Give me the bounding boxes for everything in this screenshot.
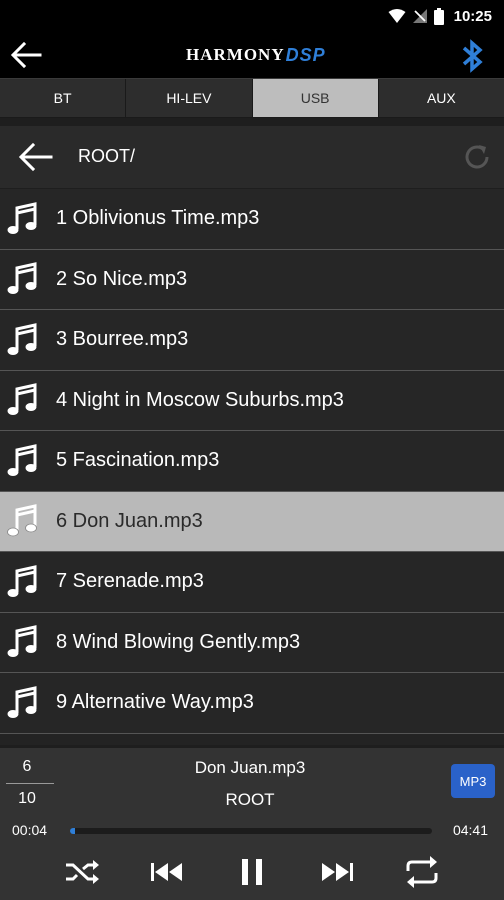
previous-icon xyxy=(151,863,182,881)
shuffle-icon xyxy=(66,860,99,884)
repeat-icon xyxy=(406,856,438,888)
no-signal-icon xyxy=(412,9,427,23)
music-note-icon xyxy=(7,685,37,718)
tab-usb[interactable]: USB xyxy=(252,79,379,117)
pause-icon xyxy=(242,859,262,885)
music-note-icon xyxy=(7,201,37,234)
file-name: 3 Bourree.mp3 xyxy=(56,328,189,351)
playback-controls xyxy=(60,852,444,892)
status-bar: 10:25 xyxy=(0,0,504,32)
file-name: 8 Wind Blowing Gently.mp3 xyxy=(56,630,301,653)
file-name: 9 Alternative Way.mp3 xyxy=(56,691,254,714)
list-item[interactable]: 5 Fascination.mp3 xyxy=(0,431,504,492)
progress-fill xyxy=(70,828,76,834)
list-item[interactable]: 7 Serenade.mp3 xyxy=(0,552,504,613)
list-item[interactable]: 8 Wind Blowing Gently.mp3 xyxy=(0,612,504,673)
music-note-icon xyxy=(7,625,37,658)
tab-label: USB xyxy=(300,90,330,106)
file-name: 7 Serenade.mp3 xyxy=(56,570,204,593)
folder-path-bar: ROOT/ xyxy=(0,126,504,188)
bluetooth-icon[interactable] xyxy=(456,38,490,74)
app-bar: HARMONY DSP xyxy=(0,32,504,78)
list-item[interactable]: 3 Bourree.mp3 xyxy=(0,310,504,371)
source-tabs: BT HI-LEV USB AUX xyxy=(0,78,504,118)
format-badge: MP3 xyxy=(451,764,495,798)
shuffle-button[interactable] xyxy=(60,852,104,892)
logo-accent-text: DSP xyxy=(285,44,326,65)
tab-bt[interactable]: BT xyxy=(0,79,127,117)
tab-label: AUX xyxy=(426,90,456,106)
list-item[interactable]: 4 Night in Moscow Suburbs.mp3 xyxy=(0,370,504,431)
pause-button[interactable] xyxy=(230,852,274,892)
file-name: 1 Oblivionus Time.mp3 xyxy=(56,207,260,230)
tab-label: BT xyxy=(53,90,72,106)
status-time: 10:25 xyxy=(453,7,492,25)
file-name: 5 Fascination.mp3 xyxy=(56,449,220,472)
list-item[interactable]: 2 So Nice.mp3 xyxy=(0,249,504,310)
list-item[interactable]: 9 Alternative Way.mp3 xyxy=(0,673,504,734)
format-badge-label: MP3 xyxy=(459,773,487,789)
music-note-icon xyxy=(7,262,37,295)
folder-back-icon[interactable] xyxy=(16,140,54,174)
tab-aux[interactable]: AUX xyxy=(379,79,504,117)
music-note-icon xyxy=(7,383,37,416)
music-note-icon xyxy=(7,443,37,476)
folder-path: ROOT/ xyxy=(78,146,135,166)
repeat-button[interactable] xyxy=(400,852,444,892)
now-playing-title: Don Juan.mp3 xyxy=(194,758,306,777)
next-icon xyxy=(322,863,353,881)
file-name: 6 Don Juan.mp3 xyxy=(56,509,203,532)
track-count-divider xyxy=(6,783,54,784)
logo-main-text: HARMONY xyxy=(186,45,285,64)
refresh-icon[interactable] xyxy=(462,142,492,172)
total-track-count: 10 xyxy=(18,790,36,807)
now-playing-folder: ROOT xyxy=(225,790,275,809)
back-arrow-icon[interactable] xyxy=(8,38,44,72)
list-item[interactable]: 1 Oblivionus Time.mp3 xyxy=(0,189,504,250)
progress-slider[interactable] xyxy=(70,828,432,834)
tab-hi-lev[interactable]: HI-LEV xyxy=(126,79,253,117)
file-name: 4 Night in Moscow Suburbs.mp3 xyxy=(56,388,344,411)
elapsed-time: 00:04 xyxy=(12,822,48,838)
previous-button[interactable] xyxy=(145,852,189,892)
current-track-index: 6 xyxy=(22,758,32,775)
app-logo: HARMONY DSP xyxy=(186,42,326,68)
music-note-icon xyxy=(7,564,37,597)
total-duration: 04:41 xyxy=(452,822,488,838)
file-name: 2 So Nice.mp3 xyxy=(56,267,188,290)
music-note-icon xyxy=(7,322,37,355)
now-playing-bar: 6 10 Don Juan.mp3 ROOT MP3 00:04 04:41 xyxy=(0,748,504,900)
music-note-icon xyxy=(7,504,37,537)
battery-icon xyxy=(433,7,444,25)
list-item-selected[interactable]: 6 Don Juan.mp3 xyxy=(0,491,504,552)
wifi-icon xyxy=(388,9,406,23)
file-list: 1 Oblivionus Time.mp3 2 So Nice.mp3 3 Bo… xyxy=(0,189,504,745)
tab-label: HI-LEV xyxy=(166,90,212,106)
next-button[interactable] xyxy=(315,852,359,892)
